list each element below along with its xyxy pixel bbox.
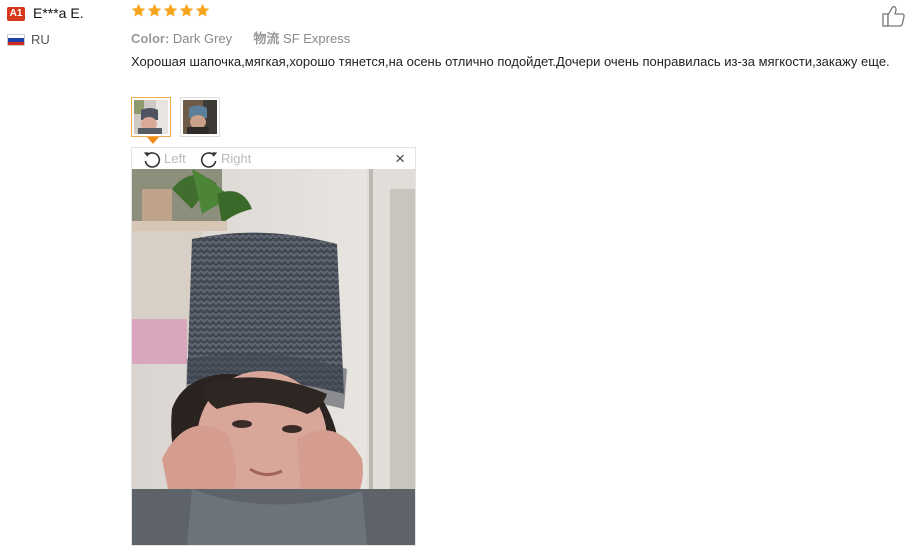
star-icon xyxy=(131,3,146,17)
review-photo-thumbnail-1[interactable] xyxy=(131,97,171,137)
star-icon xyxy=(163,3,178,17)
shipping-value: SF Express xyxy=(283,31,351,46)
reviewer-country: RU xyxy=(31,32,50,47)
review-photo-thumbnail-2[interactable] xyxy=(180,97,220,137)
review-text: Хорошая шапочка,мягкая,хорошо тянется,на… xyxy=(131,54,890,69)
shipping-label: 物流 xyxy=(253,31,280,46)
order-meta: Color: Dark Grey 物流 SF Express xyxy=(131,28,350,47)
star-icon xyxy=(147,3,162,17)
rotate-right-icon xyxy=(200,151,218,168)
rotate-left-button[interactable]: Left xyxy=(142,148,186,169)
rotate-left-icon xyxy=(143,151,161,168)
star-icon xyxy=(195,3,210,17)
color-label: Color: xyxy=(131,31,170,46)
rotate-left-label: Left xyxy=(164,151,186,166)
photo-viewer: Left Right × xyxy=(131,147,416,546)
thumbnail-pointer xyxy=(147,137,159,144)
viewer-toolbar: Left Right × xyxy=(132,148,415,169)
russia-flag-icon xyxy=(7,34,25,46)
rating-stars xyxy=(131,3,210,23)
reviewer-name: E***a E. xyxy=(33,5,84,21)
like-icon[interactable] xyxy=(882,5,906,27)
color-value: Dark Grey xyxy=(172,31,233,46)
rotate-right-label: Right xyxy=(221,151,252,166)
review-photo xyxy=(132,169,415,545)
buyer-level-badge: A1 xyxy=(7,7,25,21)
close-icon[interactable]: × xyxy=(395,149,405,169)
rotate-right-button[interactable]: Right xyxy=(199,148,251,169)
star-icon xyxy=(179,3,194,17)
